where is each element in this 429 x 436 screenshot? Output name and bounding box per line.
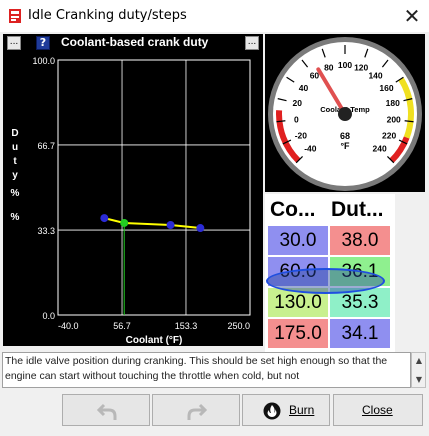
- y-axis-label-char: t: [13, 156, 17, 167]
- x-tick-label: 153.3: [175, 321, 198, 331]
- undo-icon: [96, 403, 117, 420]
- table-cell-coolant[interactable]: 30.0: [268, 226, 328, 255]
- close-button-label: Close: [362, 403, 393, 417]
- data-point: [196, 224, 205, 233]
- close-window-button[interactable]: ✕: [400, 4, 424, 28]
- plot-frame: [57, 59, 251, 316]
- y-axis-label-char: u: [12, 142, 18, 153]
- gauge-tick-label: 180: [386, 98, 400, 108]
- x-tick-label: 250.0: [227, 321, 250, 331]
- gauge-value: 68: [340, 131, 350, 141]
- undo-button[interactable]: [62, 394, 150, 426]
- window-title: Idle Cranking duty/steps: [28, 8, 187, 23]
- gauge-tick-label: -20: [295, 130, 308, 140]
- scroll-up-icon[interactable]: ▲: [413, 355, 425, 367]
- gauge-tick-label: 80: [324, 63, 334, 73]
- gauge-tick-label: 120: [354, 63, 368, 73]
- gauge-tick-label: 220: [382, 130, 396, 140]
- table-header-duty[interactable]: Dut...: [331, 198, 384, 222]
- window-titlebar: Idle Cranking duty/steps ✕: [0, 0, 429, 32]
- gauge-panel: -40 -20 0 20 40 60 80 100 120 140 160 180 200 220 240 C…: [265, 34, 425, 192]
- app-icon: [9, 9, 21, 23]
- x-tick-label: -40.0: [58, 321, 79, 331]
- gauge-unit: °F: [340, 141, 350, 151]
- y-axis-label-char: D: [11, 128, 18, 139]
- table-cell-duty[interactable]: 34.1: [330, 319, 390, 348]
- close-button[interactable]: Close: [333, 394, 423, 426]
- burn-icon: [263, 402, 281, 420]
- gauge-tick-label: 0: [294, 114, 299, 124]
- dialog-client-area: -40.0 56.7 153.3 250.0 100.0 66.7 33.3 0.0 Coola…: [0, 32, 429, 436]
- y-tick-label: 33.3: [37, 226, 55, 236]
- description-scrollbar[interactable]: ▲ ▼: [411, 352, 426, 388]
- chart-options-button[interactable]: ...: [245, 36, 259, 50]
- gauge-tick-label: 140: [368, 71, 382, 81]
- gauge-tick-label: 240: [373, 144, 387, 154]
- description-text: The idle valve position during cranking.…: [5, 355, 388, 382]
- redo-button[interactable]: [152, 394, 240, 426]
- gauge-tick-label: 100: [338, 60, 352, 70]
- curve-chart[interactable]: -40.0 56.7 153.3 250.0 100.0 66.7 33.3 0.0 Coola…: [3, 34, 263, 346]
- chart-title: Coolant-based crank duty: [61, 35, 209, 49]
- data-point: [120, 218, 129, 227]
- y-axis-label-char: %: [11, 188, 20, 199]
- table-cell-duty[interactable]: 38.0: [330, 226, 390, 255]
- redo-icon: [187, 403, 208, 420]
- y-axis-label-char: %: [11, 212, 20, 223]
- data-point: [166, 220, 175, 229]
- scroll-down-icon[interactable]: ▼: [413, 374, 425, 386]
- gauge-tick-label: 200: [387, 114, 401, 124]
- gauge-tick-label: 160: [379, 83, 393, 93]
- chart-panel: -40.0 56.7 153.3 250.0 100.0 66.7 33.3 0.0 Coola…: [3, 34, 263, 346]
- y-tick-label: 66.7: [37, 141, 55, 151]
- x-tick-label: 56.7: [113, 321, 131, 331]
- x-axis-label: Coolant (°F): [126, 335, 183, 346]
- table-header-coolant[interactable]: Co...: [270, 198, 316, 222]
- selected-row-highlight: [266, 268, 385, 294]
- table-cell-coolant[interactable]: 175.0: [268, 319, 328, 348]
- y-tick-label: 0.0: [42, 311, 55, 321]
- burn-button[interactable]: Burn: [242, 394, 330, 426]
- gauge-hub: [338, 107, 352, 121]
- burn-button-label: Burn: [289, 403, 315, 417]
- y-tick-label: 100.0: [32, 56, 55, 66]
- chart-menu-button[interactable]: ...: [7, 36, 21, 50]
- gauge-tick-label: 20: [292, 98, 302, 108]
- gauge-tick-label: -40: [304, 144, 317, 154]
- coolant-gauge: -40-20020406080 100 120140160180200220240C…: [268, 37, 422, 191]
- y-axis-label-char: y: [12, 170, 18, 181]
- description-box[interactable]: The idle valve position during cranking.…: [2, 352, 411, 388]
- data-point: [100, 214, 109, 223]
- help-icon[interactable]: ?: [36, 36, 50, 50]
- gauge-tick-label: 40: [299, 83, 309, 93]
